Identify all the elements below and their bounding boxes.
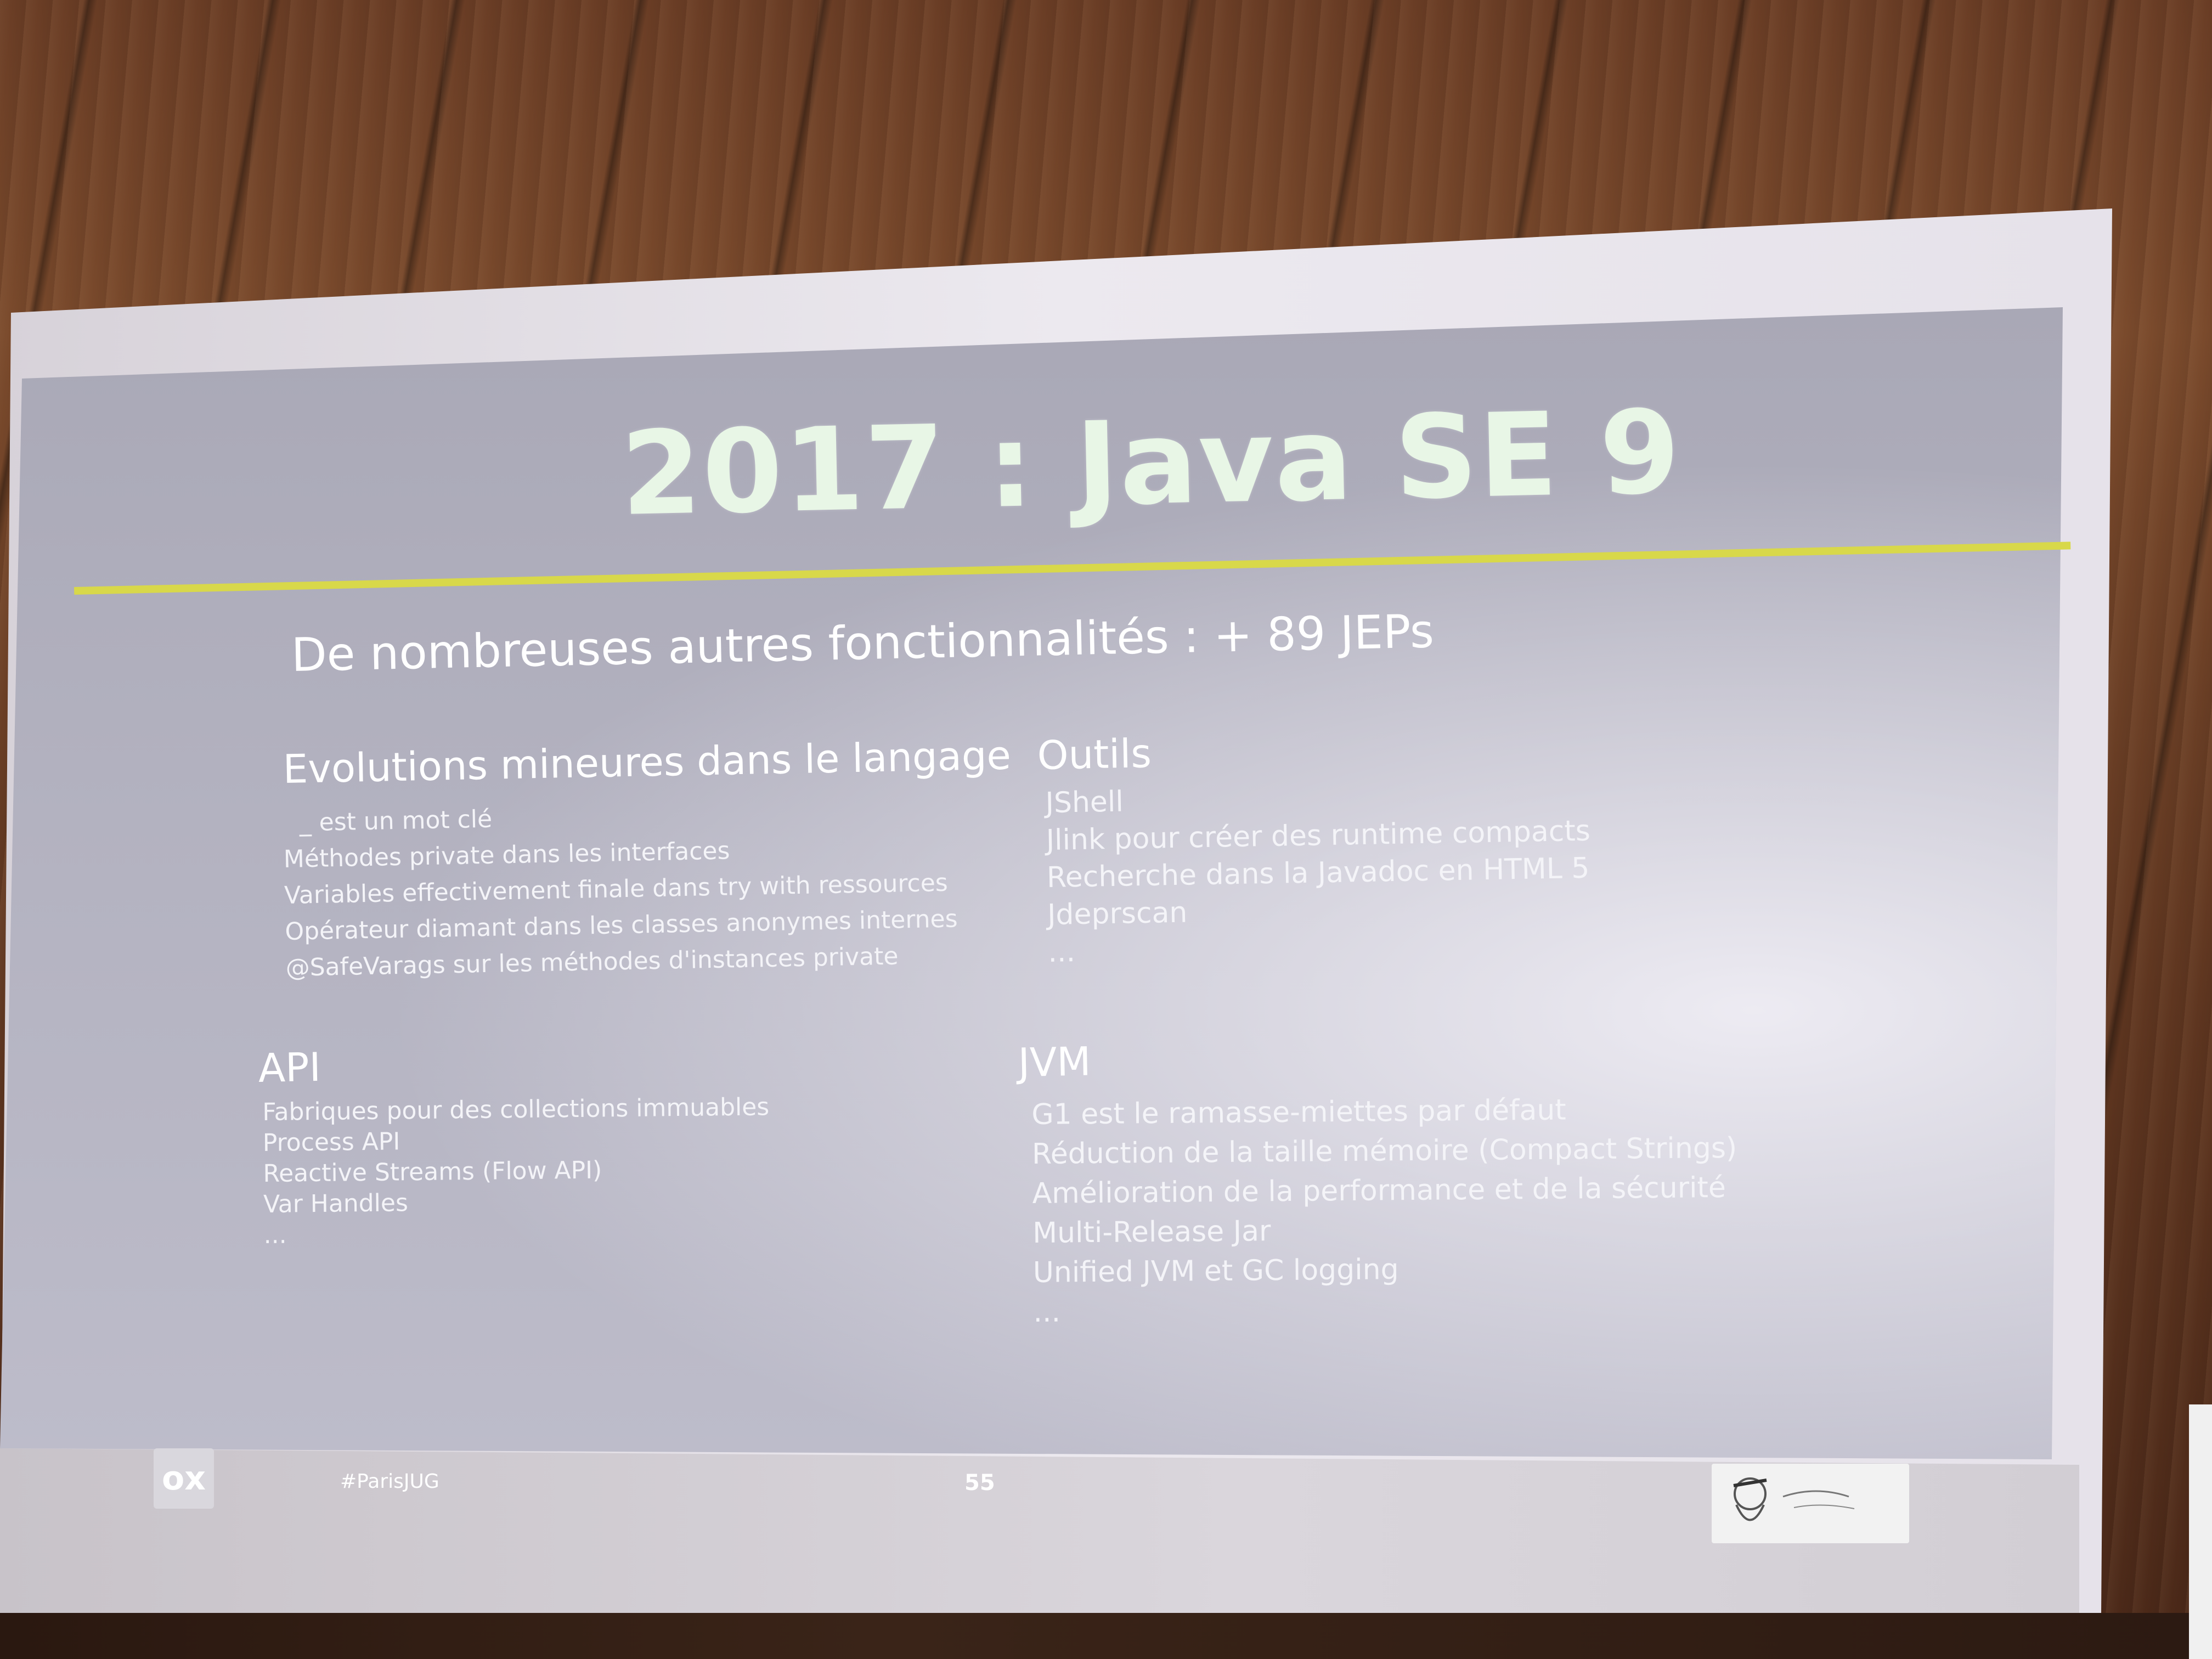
list-item: Process API — [262, 1127, 400, 1157]
list-item: Multi-Release Jar — [1032, 1215, 1271, 1250]
section-title-outils: Outils — [1037, 730, 1152, 778]
parisjug-logo — [1712, 1464, 1909, 1543]
langage-list: _ est un mot clé Méthodes private dans l… — [283, 792, 958, 986]
ox-logo: ox — [154, 1448, 214, 1509]
parisjug-mascot-icon — [1733, 1477, 1855, 1521]
list-item: ... — [1033, 1295, 1061, 1329]
list-item: Amélioration de la performance et de la … — [1032, 1171, 1726, 1210]
outils-list: JShell Jlink pour créer des runtime comp… — [1045, 775, 1593, 971]
list-item: Réduction de la taille mémoire (Compact … — [1031, 1131, 1737, 1171]
room-floor-strip — [0, 1613, 2212, 1659]
list-item: Reactive Streams (Flow API) — [263, 1156, 602, 1188]
list-item: G1 est le ramasse-miettes par défaut — [1031, 1093, 1566, 1131]
section-title-api: API — [258, 1043, 321, 1091]
list-item: Var Handles — [263, 1189, 409, 1218]
footer-hashtag: #ParisJUG — [340, 1470, 439, 1493]
slide-title: 2017 : Java SE 9 — [619, 385, 1683, 541]
jvm-list: G1 est le ramasse-miettes par défaut Réd… — [1031, 1089, 1739, 1332]
api-list: Fabriques pour des collections immuables… — [262, 1092, 771, 1251]
list-item: Fabriques pour des collections immuables — [262, 1093, 770, 1126]
wall-edge — [2189, 1404, 2212, 1659]
section-title-jvm: JVM — [1018, 1038, 1092, 1086]
list-item: Unified JVM et GC logging — [1032, 1253, 1399, 1289]
list-item: ... — [263, 1221, 287, 1249]
page-number: 55 — [964, 1470, 995, 1496]
